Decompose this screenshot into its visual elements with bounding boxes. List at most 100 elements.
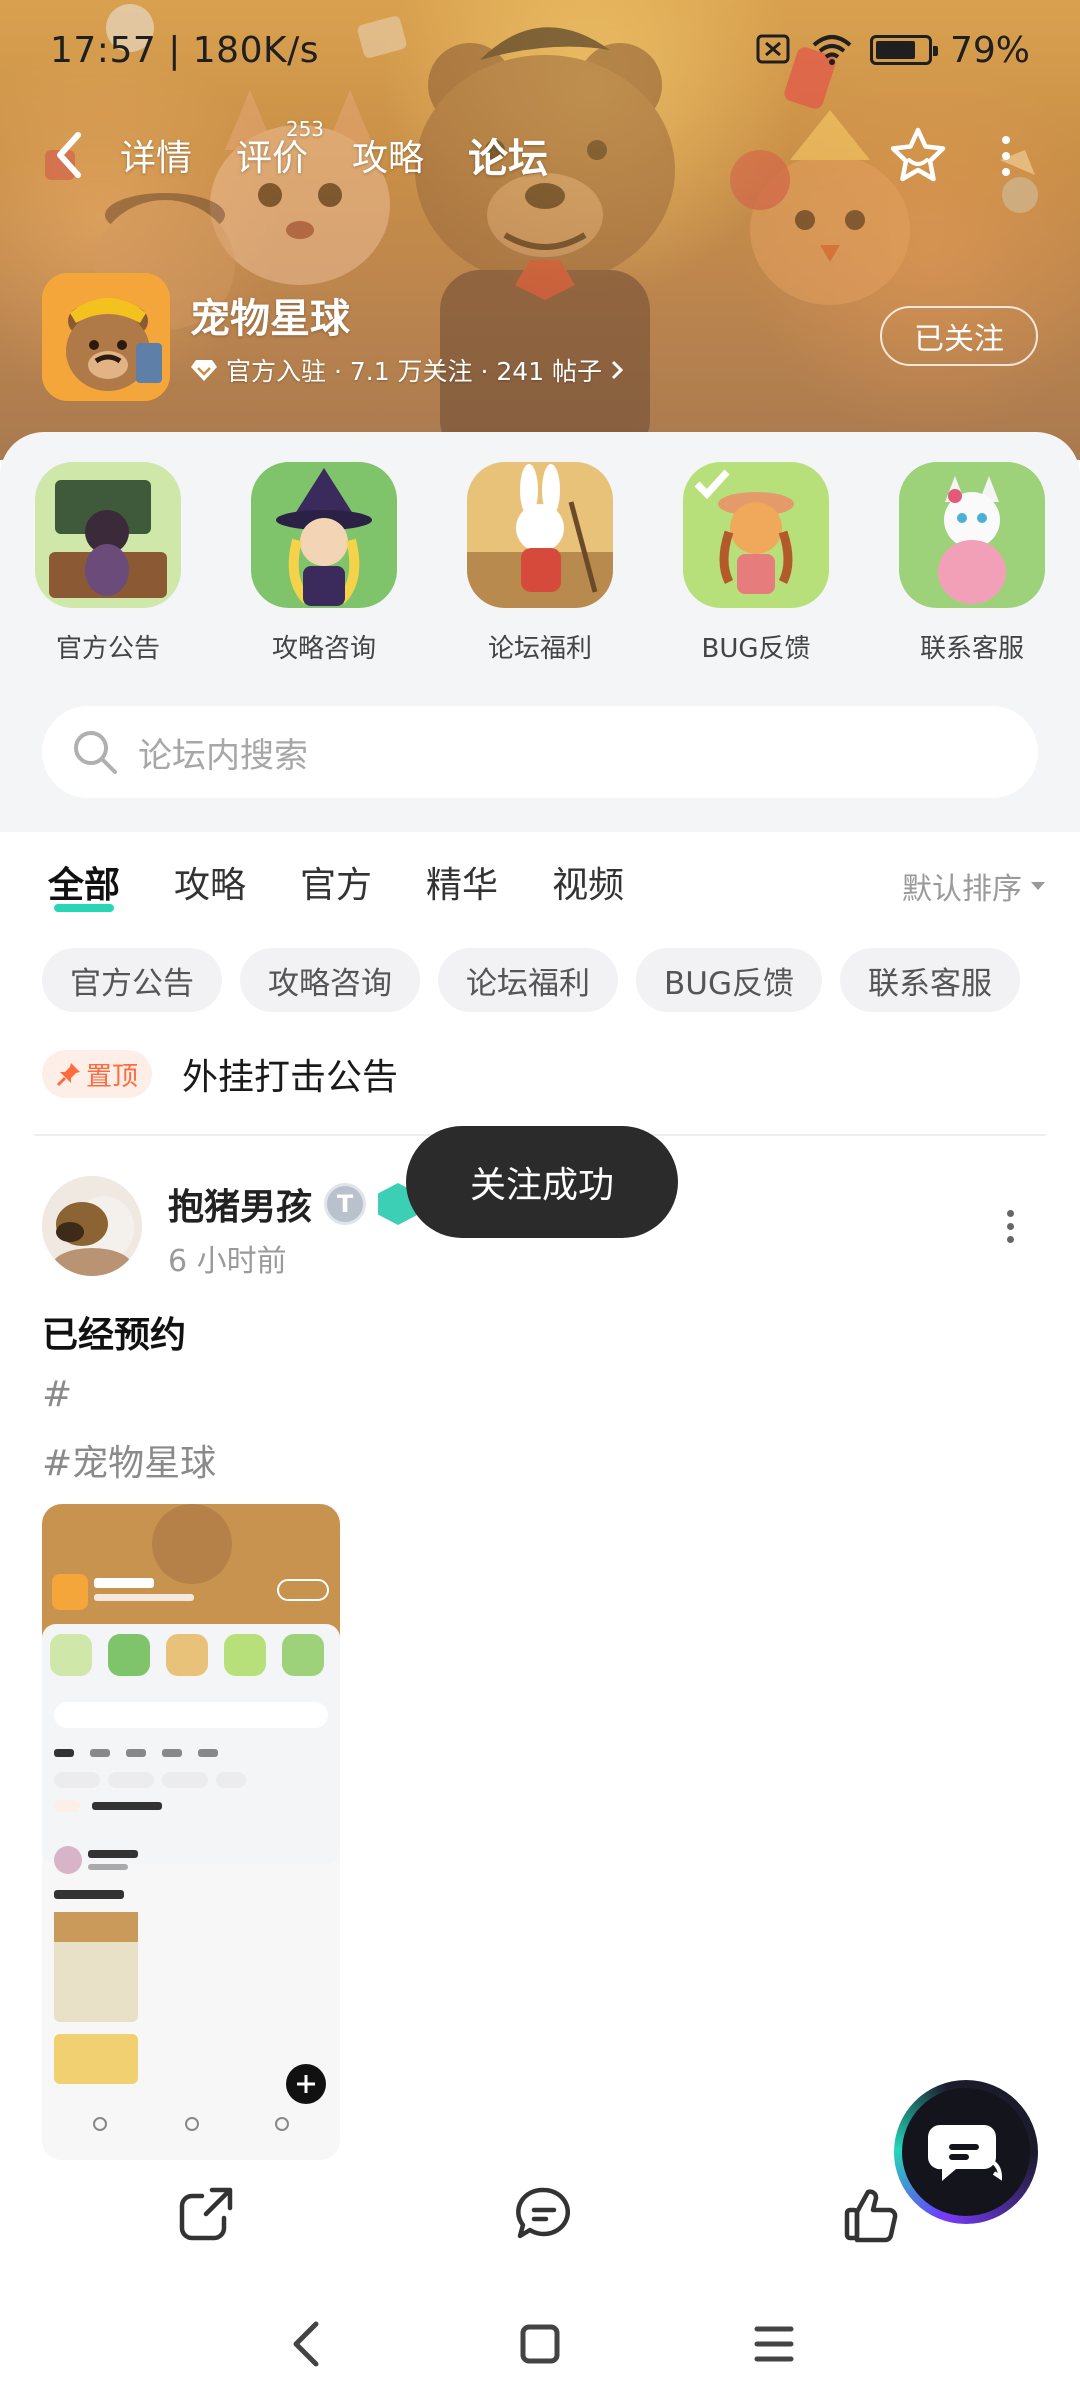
filter-tab-all[interactable]: 全部	[48, 856, 120, 912]
share-icon	[179, 2187, 233, 2241]
tab-forum[interactable]: 论坛	[468, 126, 549, 184]
filter-tab-official[interactable]: 官方	[300, 856, 372, 908]
game-icon[interactable]	[42, 273, 170, 401]
chip-guide-consult[interactable]: 攻略咨询	[240, 948, 420, 1012]
verified-diamond-icon	[191, 360, 217, 381]
board-thumbnail	[467, 462, 613, 608]
board-bug-report[interactable]: BUG反馈	[648, 462, 864, 665]
system-home-icon[interactable]	[520, 2324, 560, 2364]
board-thumbnail	[683, 462, 829, 608]
follow-button[interactable]: 已关注	[880, 306, 1038, 366]
board-label: 联系客服	[919, 634, 1024, 664]
post-image-screenshot[interactable]	[42, 1504, 340, 2160]
chip-customer-service[interactable]: 联系客服	[839, 948, 1020, 1012]
board-label: 攻略咨询	[271, 634, 376, 664]
dot	[1002, 152, 1010, 160]
filter-tab-video[interactable]: 视频	[552, 856, 624, 908]
status-clock: 17:57	[50, 29, 157, 71]
wifi-icon	[812, 35, 852, 65]
system-menu-icon[interactable]	[754, 2324, 794, 2364]
system-navigation-bar	[0, 2300, 1080, 2400]
pin-icon	[56, 1063, 80, 1087]
review-count-badge: 253	[285, 117, 325, 141]
star-icon	[890, 127, 946, 182]
dot	[1006, 1223, 1014, 1230]
search-icon	[74, 731, 117, 774]
status-bar: 17:57 | 180K/s 79%	[0, 0, 1080, 100]
pinned-badge: 置顶	[42, 1050, 153, 1098]
status-net-speed: 180K/s	[192, 29, 319, 71]
category-chips: 官方公告 攻略咨询 论坛福利 BUG反馈 联系客服	[42, 948, 1020, 1012]
board-label: 论坛福利	[487, 634, 592, 664]
board-thumbnail	[899, 462, 1045, 608]
battery-level	[875, 41, 916, 59]
favorite-button[interactable]	[886, 124, 950, 188]
post-time: 6 小时前	[168, 1244, 287, 1279]
dot	[1002, 136, 1010, 144]
filter-tabs: 全部 攻略 官方 精华 视频	[48, 856, 678, 912]
comment-icon	[516, 2187, 570, 2239]
more-options-button[interactable]	[990, 124, 1022, 188]
tab-reviews[interactable]: 评价 253	[236, 117, 324, 181]
tab-details[interactable]: 详情	[120, 129, 192, 181]
board-thumbnail	[35, 462, 181, 608]
post-hashtag[interactable]: #宠物星球	[42, 1434, 216, 1486]
chip-announcements[interactable]: 官方公告	[42, 948, 222, 1012]
dot	[1002, 168, 1010, 176]
board-announcements[interactable]: 官方公告	[0, 462, 216, 665]
board-customer-service[interactable]: 联系客服	[864, 462, 1080, 665]
forum-boards: 官方公告 攻略咨询 论坛福利 BUG反馈 联系客服	[0, 462, 1080, 665]
battery-icon	[869, 35, 938, 65]
comment-button[interactable]	[514, 2184, 574, 2244]
board-label: 官方公告	[55, 634, 160, 664]
post-hashtag[interactable]: #	[42, 1374, 72, 1415]
user-level-badge: T	[324, 1183, 367, 1225]
top-navigation: 详情 评价 253 攻略 论坛	[0, 110, 1080, 200]
share-button[interactable]	[176, 2184, 236, 2244]
sort-dropdown[interactable]: 默认排序	[902, 864, 1046, 908]
board-thumbnail	[251, 462, 397, 608]
board-guide-consult[interactable]: 攻略咨询	[216, 462, 432, 665]
back-button[interactable]	[44, 125, 92, 185]
dot	[1006, 1236, 1014, 1243]
status-time: 17:57 | 180K/s	[50, 29, 319, 71]
search-placeholder: 论坛内搜索	[138, 735, 308, 776]
tab-reviews-label: 评价	[236, 138, 309, 179]
toast-notification: 关注成功	[406, 1126, 678, 1238]
chat-icon	[927, 2125, 1003, 2181]
post-author-name: 抱猪男孩	[168, 1187, 313, 1228]
forum-search-bar[interactable]: 论坛内搜索	[42, 706, 1038, 798]
pinned-title: 外挂打击公告	[182, 1057, 399, 1098]
sim-error-icon	[756, 34, 790, 64]
post-title: 已经预约	[42, 1315, 187, 1356]
game-icon-art	[42, 273, 170, 401]
pinned-post[interactable]: 置顶 外挂打击公告	[42, 1048, 398, 1100]
avatar[interactable]	[42, 1176, 142, 1276]
post-image-content	[42, 1504, 340, 2160]
chevron-right-icon	[612, 360, 624, 380]
like-icon	[844, 2189, 898, 2243]
game-meta-text: 官方入驻 · 7.1 万关注 · 241 帖子	[226, 357, 603, 386]
filter-tab-guides[interactable]: 攻略	[174, 856, 246, 908]
game-header-banner: 17:57 | 180K/s 79% 详情 评价 253 攻略 论坛 宠物星球 …	[0, 0, 1080, 460]
game-name: 宠物星球	[190, 296, 350, 342]
tab-guides[interactable]: 攻略	[352, 129, 424, 181]
game-meta[interactable]: 官方入驻 · 7.1 万关注 · 241 帖子	[190, 352, 624, 388]
battery-percent: 79%	[949, 29, 1030, 71]
like-button[interactable]	[842, 2184, 902, 2244]
post-more-button[interactable]	[1000, 1210, 1020, 1246]
board-label: BUG反馈	[701, 634, 811, 664]
sort-label: 默认排序	[902, 872, 1022, 907]
status-right: 79%	[756, 30, 1030, 71]
caret-down-icon	[1031, 882, 1045, 890]
system-back-icon[interactable]	[288, 2320, 324, 2368]
pinned-badge-label: 置顶	[86, 1061, 139, 1092]
post-author[interactable]: 抱猪男孩 T	[168, 1178, 419, 1230]
filter-tab-featured[interactable]: 精华	[426, 856, 498, 908]
dot	[1006, 1210, 1014, 1217]
chip-welfare[interactable]: 论坛福利	[438, 948, 618, 1012]
board-welfare[interactable]: 论坛福利	[432, 462, 648, 665]
post-action-bar	[0, 2184, 1080, 2284]
back-arrow-icon	[57, 132, 81, 178]
chip-bug-report[interactable]: BUG反馈	[636, 948, 822, 1012]
